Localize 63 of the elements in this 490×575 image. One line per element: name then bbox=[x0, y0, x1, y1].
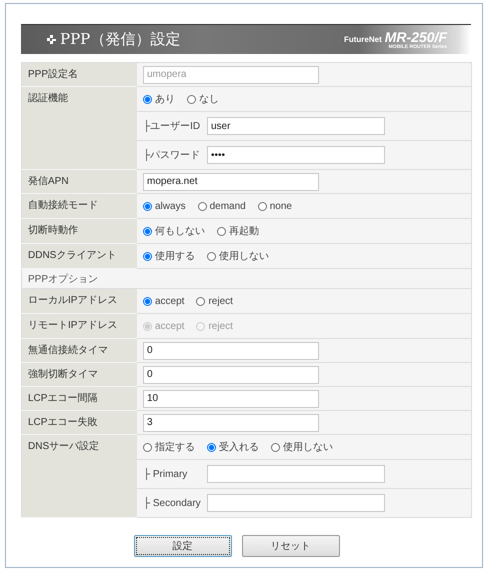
option-label: あり bbox=[155, 93, 175, 106]
section-heading: PPPオプション bbox=[22, 268, 472, 288]
model-name: MR-250/F bbox=[384, 30, 447, 44]
brand-name: FutureNet bbox=[344, 36, 382, 44]
text-field[interactable]: 10 bbox=[143, 390, 319, 408]
radio-button[interactable] bbox=[143, 296, 152, 306]
field-label: ローカルIPアドレス bbox=[22, 288, 137, 314]
field-label: 認証機能 bbox=[22, 86, 137, 170]
field-label: 自動接続モード bbox=[22, 194, 137, 218]
radio-button[interactable] bbox=[143, 226, 152, 236]
radio-button[interactable] bbox=[217, 226, 226, 236]
field-label: LCPエコー失敗 bbox=[22, 410, 137, 434]
radio-button[interactable] bbox=[258, 202, 267, 210]
radio-button[interactable] bbox=[207, 252, 216, 260]
field-label: DNSサーバ設定 bbox=[22, 434, 137, 518]
option-label: 指定する bbox=[155, 440, 195, 454]
text-field[interactable] bbox=[207, 465, 385, 483]
option-label: always bbox=[155, 200, 186, 212]
option-label: reject bbox=[208, 320, 233, 332]
radio-button[interactable] bbox=[143, 202, 152, 210]
field-label: リモートIPアドレス bbox=[22, 314, 137, 338]
radio-button[interactable] bbox=[143, 94, 152, 104]
radio-button[interactable] bbox=[187, 94, 196, 104]
option-label: 何もしない bbox=[155, 225, 205, 238]
text-field[interactable]: user bbox=[207, 117, 385, 135]
option-label: 使用しない bbox=[283, 441, 333, 454]
radio-button[interactable] bbox=[143, 442, 152, 452]
radio-button[interactable] bbox=[143, 252, 152, 260]
text-field[interactable]: 3 bbox=[143, 414, 319, 432]
page-title: PPP（発信）設定 bbox=[60, 30, 180, 49]
text-field[interactable]: mopera.net bbox=[143, 172, 319, 190]
field-label: PPP設定名 bbox=[22, 62, 137, 86]
radio-button[interactable] bbox=[207, 442, 216, 452]
squares-icon bbox=[47, 35, 56, 44]
text-field[interactable]: 0 bbox=[143, 366, 319, 384]
field-label: LCPエコー間隔 bbox=[22, 386, 137, 410]
option-label: none bbox=[270, 200, 292, 212]
field-label: 無通信接続タイマ bbox=[22, 338, 137, 362]
field-label: 発信APN bbox=[22, 170, 137, 194]
text-field[interactable]: 0 bbox=[143, 342, 319, 360]
radio-button[interactable] bbox=[198, 202, 207, 210]
field-label: ├ Secondary bbox=[143, 498, 202, 508]
text-field[interactable]: •••• bbox=[207, 146, 385, 164]
field-label: DDNSクライアント bbox=[22, 244, 137, 268]
option-label: 使用する bbox=[155, 250, 195, 263]
option-label: 受入れる bbox=[219, 440, 259, 454]
radio-button[interactable] bbox=[196, 296, 206, 306]
option-label: 使用しない bbox=[219, 250, 269, 263]
option-label: reject bbox=[208, 296, 233, 306]
radio-button[interactable] bbox=[271, 442, 280, 452]
option-label: なし bbox=[199, 93, 219, 106]
field-label: 強制切断タイマ bbox=[22, 362, 137, 386]
field-label: ├パスワード bbox=[143, 148, 202, 162]
field-label: ├ Primary bbox=[143, 468, 188, 480]
option-label: demand bbox=[210, 200, 246, 212]
option-label: accept bbox=[155, 320, 184, 332]
option-label: 再起動 bbox=[229, 224, 259, 238]
reset-button[interactable]: リセット bbox=[242, 535, 340, 557]
save-button[interactable]: 設定 bbox=[134, 535, 232, 557]
field-label: 切断時動作 bbox=[22, 218, 137, 244]
text-field[interactable] bbox=[207, 494, 385, 512]
option-label: accept bbox=[155, 296, 184, 306]
field-label: ├ユーザーID bbox=[143, 119, 202, 133]
